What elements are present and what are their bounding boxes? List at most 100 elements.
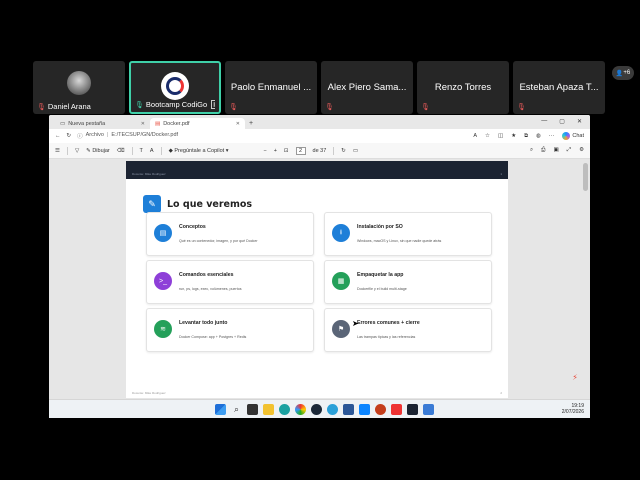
zoom-out-icon[interactable]: − xyxy=(263,148,266,154)
pdf-toolbar: ☰ ▽ ✎ Dibujar ⌫ T A ◆ Pregúntale a Copil… xyxy=(49,143,590,159)
terminal-icon: >_ xyxy=(154,272,172,290)
address-bar: ← ↻ ⓘ Archivo | E:/TECSUP/GN/Docker.pdf … xyxy=(49,129,590,143)
window-controls: — ▢ ✕ xyxy=(541,118,582,125)
clock[interactable]: 19:19 2/07/2026 xyxy=(562,403,584,415)
url-field[interactable]: ⓘ Archivo | E:/TECSUP/GN/Docker.pdf xyxy=(77,132,178,140)
eraser-icon[interactable]: ⌫ xyxy=(117,148,125,154)
pdf-viewer: Docente: Mike Rodriguez 1 ✎ Lo que verem… xyxy=(49,159,590,418)
copilot-icon xyxy=(562,132,571,140)
word-icon[interactable] xyxy=(343,404,354,415)
pdf-page: Docente: Mike Rodriguez 1 ✎ Lo que verem… xyxy=(126,161,508,398)
more-icon[interactable]: ⋯ xyxy=(549,133,555,139)
favorites-icon[interactable]: ★ xyxy=(511,133,516,139)
close-icon[interactable]: ✕ xyxy=(236,121,240,127)
mic-muted-icon: 🎙 xyxy=(517,104,526,111)
search-icon[interactable]: ⌕ xyxy=(231,404,242,415)
browser-window: ▭ Nueva pestaña ✕ ▤ Docker.pdf ✕ + — ▢ ✕… xyxy=(49,115,590,418)
page-footer: Docente: Mike Rodriguez 2 xyxy=(132,391,502,395)
download-icon: ⭳ xyxy=(332,224,350,242)
rotate-icon[interactable]: ↻ xyxy=(341,148,346,154)
mic-muted-icon: 🎙 xyxy=(37,103,46,111)
participant-tile[interactable]: 🎙 Daniel Arana xyxy=(33,61,125,114)
favorite-icon[interactable]: ☆ xyxy=(485,133,490,139)
mic-on-icon: 🎙 xyxy=(135,101,144,109)
topic-card: ⭳ Instalación por SO Windows, macOS y Li… xyxy=(324,212,492,256)
search-icon[interactable]: ⌕ xyxy=(530,147,533,154)
info-icon: ⓘ xyxy=(77,134,83,140)
book-icon: ▤ xyxy=(154,224,172,242)
tab-new[interactable]: ▭ Nueva pestaña ✕ xyxy=(55,118,150,129)
close-window-icon[interactable]: ✕ xyxy=(577,118,582,125)
read-aloud-icon[interactable]: A xyxy=(150,148,154,154)
page-total: de 37 xyxy=(312,147,327,154)
mic-muted-icon: 🎙 xyxy=(229,104,238,111)
screen-share-icon: ▣ xyxy=(211,100,215,109)
edge-icon[interactable] xyxy=(279,404,290,415)
participant-name: Daniel Arana xyxy=(47,102,91,111)
page-number-input[interactable]: 2 xyxy=(295,146,306,155)
zoom-in-icon[interactable]: + xyxy=(274,148,277,154)
task-view-icon[interactable] xyxy=(247,404,258,415)
fit-icon[interactable]: ⊡ xyxy=(284,148,289,154)
page-header-band: Docente: Mike Rodriguez 1 xyxy=(126,161,508,179)
store-icon[interactable] xyxy=(359,404,370,415)
close-icon[interactable]: ✕ xyxy=(141,121,145,127)
app-icon[interactable] xyxy=(327,404,338,415)
tab-bar: ▭ Nueva pestaña ✕ ▤ Docker.pdf ✕ + — ▢ ✕ xyxy=(49,115,590,129)
pdf-icon: ▤ xyxy=(155,120,161,127)
vscode-icon[interactable] xyxy=(423,404,434,415)
person-icon: 👤 xyxy=(615,70,624,77)
ask-copilot-button[interactable]: ◆ Pregúntale a Copilot ▾ xyxy=(169,148,229,154)
start-icon[interactable] xyxy=(215,404,226,415)
minimize-icon[interactable]: — xyxy=(541,118,547,125)
participant-tile[interactable]: Renzo Torres 🎙 xyxy=(417,61,509,114)
refresh-icon[interactable]: ↻ xyxy=(67,133,72,139)
powerpoint-icon[interactable] xyxy=(375,404,386,415)
split-icon[interactable]: ◫ xyxy=(498,133,503,139)
view-icon[interactable]: ▭ xyxy=(353,148,358,154)
draw-button[interactable]: ✎ Dibujar xyxy=(86,148,110,154)
topic-card: ≋ Levantar todo junto Docker Compose: ap… xyxy=(146,308,314,352)
participant-strip: 🎙Daniel Arana 🎙Bootcamp CodiGo▣ Paolo En… xyxy=(33,61,605,114)
scrollbar[interactable] xyxy=(583,163,588,191)
expand-icon[interactable]: ⤢ xyxy=(567,147,571,154)
pdf-app-icon[interactable] xyxy=(391,404,402,415)
file-icon: ▦ xyxy=(332,272,350,290)
save-icon[interactable]: ▣ xyxy=(553,147,558,154)
highlight-icon[interactable]: ▽ xyxy=(75,148,79,154)
taskbar-apps: ⌕ xyxy=(215,404,434,415)
flag-icon: ⚑ xyxy=(332,320,350,338)
screen: 🎙Daniel Arana 🎙Bootcamp CodiGo▣ Paolo En… xyxy=(0,0,640,480)
topic-card: >_ Comandos esenciales run, ps, logs, ex… xyxy=(146,260,314,304)
chat-button[interactable]: Chat xyxy=(562,132,584,140)
acrobat-icon[interactable]: ⚡ xyxy=(570,372,580,382)
back-icon[interactable]: ← xyxy=(55,133,61,139)
pen-icon: ✎ xyxy=(143,195,161,213)
chrome-icon[interactable] xyxy=(295,404,306,415)
taskbar: ⌕ 19:19 2/07/2026 xyxy=(49,399,590,418)
more-participants-button[interactable]: 👤 +6 xyxy=(612,66,634,80)
topic-card: ▤ Conceptos Qué es un contenedor, imagen… xyxy=(146,212,314,256)
participant-tile[interactable]: Esteban Apaza T... 🎙 xyxy=(513,61,605,114)
mic-muted-icon: 🎙 xyxy=(421,104,430,111)
terminal-app-icon[interactable] xyxy=(407,404,418,415)
maximize-icon[interactable]: ▢ xyxy=(559,118,565,125)
new-tab-button[interactable]: + xyxy=(245,118,257,129)
contents-icon[interactable]: ☰ xyxy=(55,148,60,154)
participant-tile-active[interactable]: 🎙Bootcamp CodiGo▣ xyxy=(129,61,221,114)
read-aloud-icon[interactable]: A xyxy=(473,133,477,139)
participant-tile[interactable]: Paolo Enmanuel ... 🎙 xyxy=(225,61,317,114)
file-explorer-icon[interactable] xyxy=(263,404,274,415)
steam-icon[interactable] xyxy=(311,404,322,415)
participant-tile[interactable]: Alex Piero Sama... 🎙 xyxy=(321,61,413,114)
print-icon[interactable]: ⎙ xyxy=(541,147,545,154)
collections-icon[interactable]: ⧉ xyxy=(524,133,528,140)
tab-docker-pdf[interactable]: ▤ Docker.pdf ✕ xyxy=(150,118,245,129)
text-icon[interactable]: T xyxy=(140,148,143,154)
mic-muted-icon: 🎙 xyxy=(325,104,334,111)
settings-icon[interactable]: ⚙ xyxy=(579,147,584,154)
extensions-icon[interactable]: ◍ xyxy=(536,133,541,139)
topic-card: ⚑ Errores comunes + cierre Las trampas t… xyxy=(324,308,492,352)
layers-icon: ≋ xyxy=(154,320,172,338)
avatar xyxy=(67,71,91,95)
